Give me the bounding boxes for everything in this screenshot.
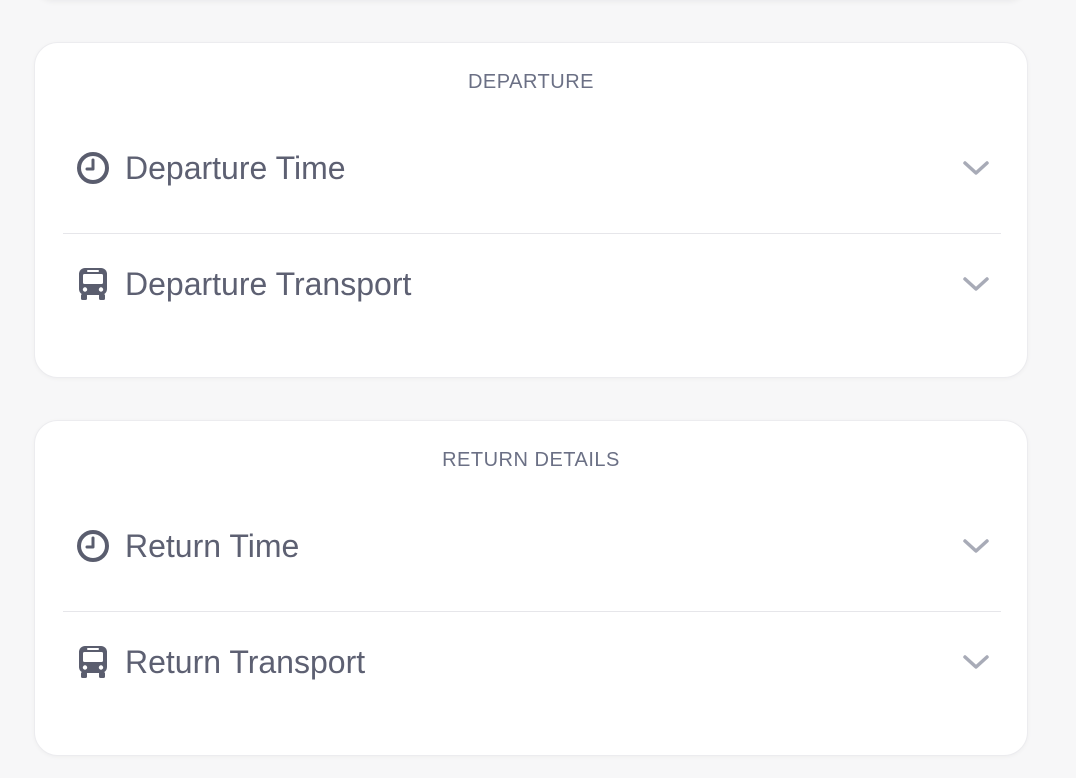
- chevron-down-icon[interactable]: [961, 269, 991, 299]
- section-title-departure: DEPARTURE: [467, 71, 594, 93]
- departure-transport-label: Departure Transport: [125, 265, 412, 302]
- row-divider: [63, 611, 1001, 612]
- row-divider: [63, 233, 1001, 234]
- bus-icon: [75, 644, 111, 680]
- departure-card: DEPARTURE Departure Time Departure Trans…: [34, 42, 1028, 378]
- departure-time-label: Departure Time: [125, 149, 346, 186]
- section-title-return: RETURN DETAILS: [442, 449, 620, 471]
- clock-icon: [75, 150, 111, 186]
- chevron-down-icon[interactable]: [961, 647, 991, 677]
- clock-icon: [75, 528, 111, 564]
- return-time-row[interactable]: Return Time: [63, 511, 1001, 581]
- departure-time-row[interactable]: Departure Time: [63, 133, 1001, 203]
- return-transport-label: Return Transport: [125, 643, 366, 680]
- return-transport-row[interactable]: Return Transport: [63, 627, 1001, 697]
- return-card: RETURN DETAILS Return Time Return Transp…: [34, 420, 1028, 756]
- bus-icon: [75, 266, 111, 302]
- chevron-down-icon[interactable]: [961, 531, 991, 561]
- chevron-down-icon[interactable]: [961, 153, 991, 183]
- return-time-label: Return Time: [125, 527, 300, 564]
- departure-transport-row[interactable]: Departure Transport: [63, 249, 1001, 319]
